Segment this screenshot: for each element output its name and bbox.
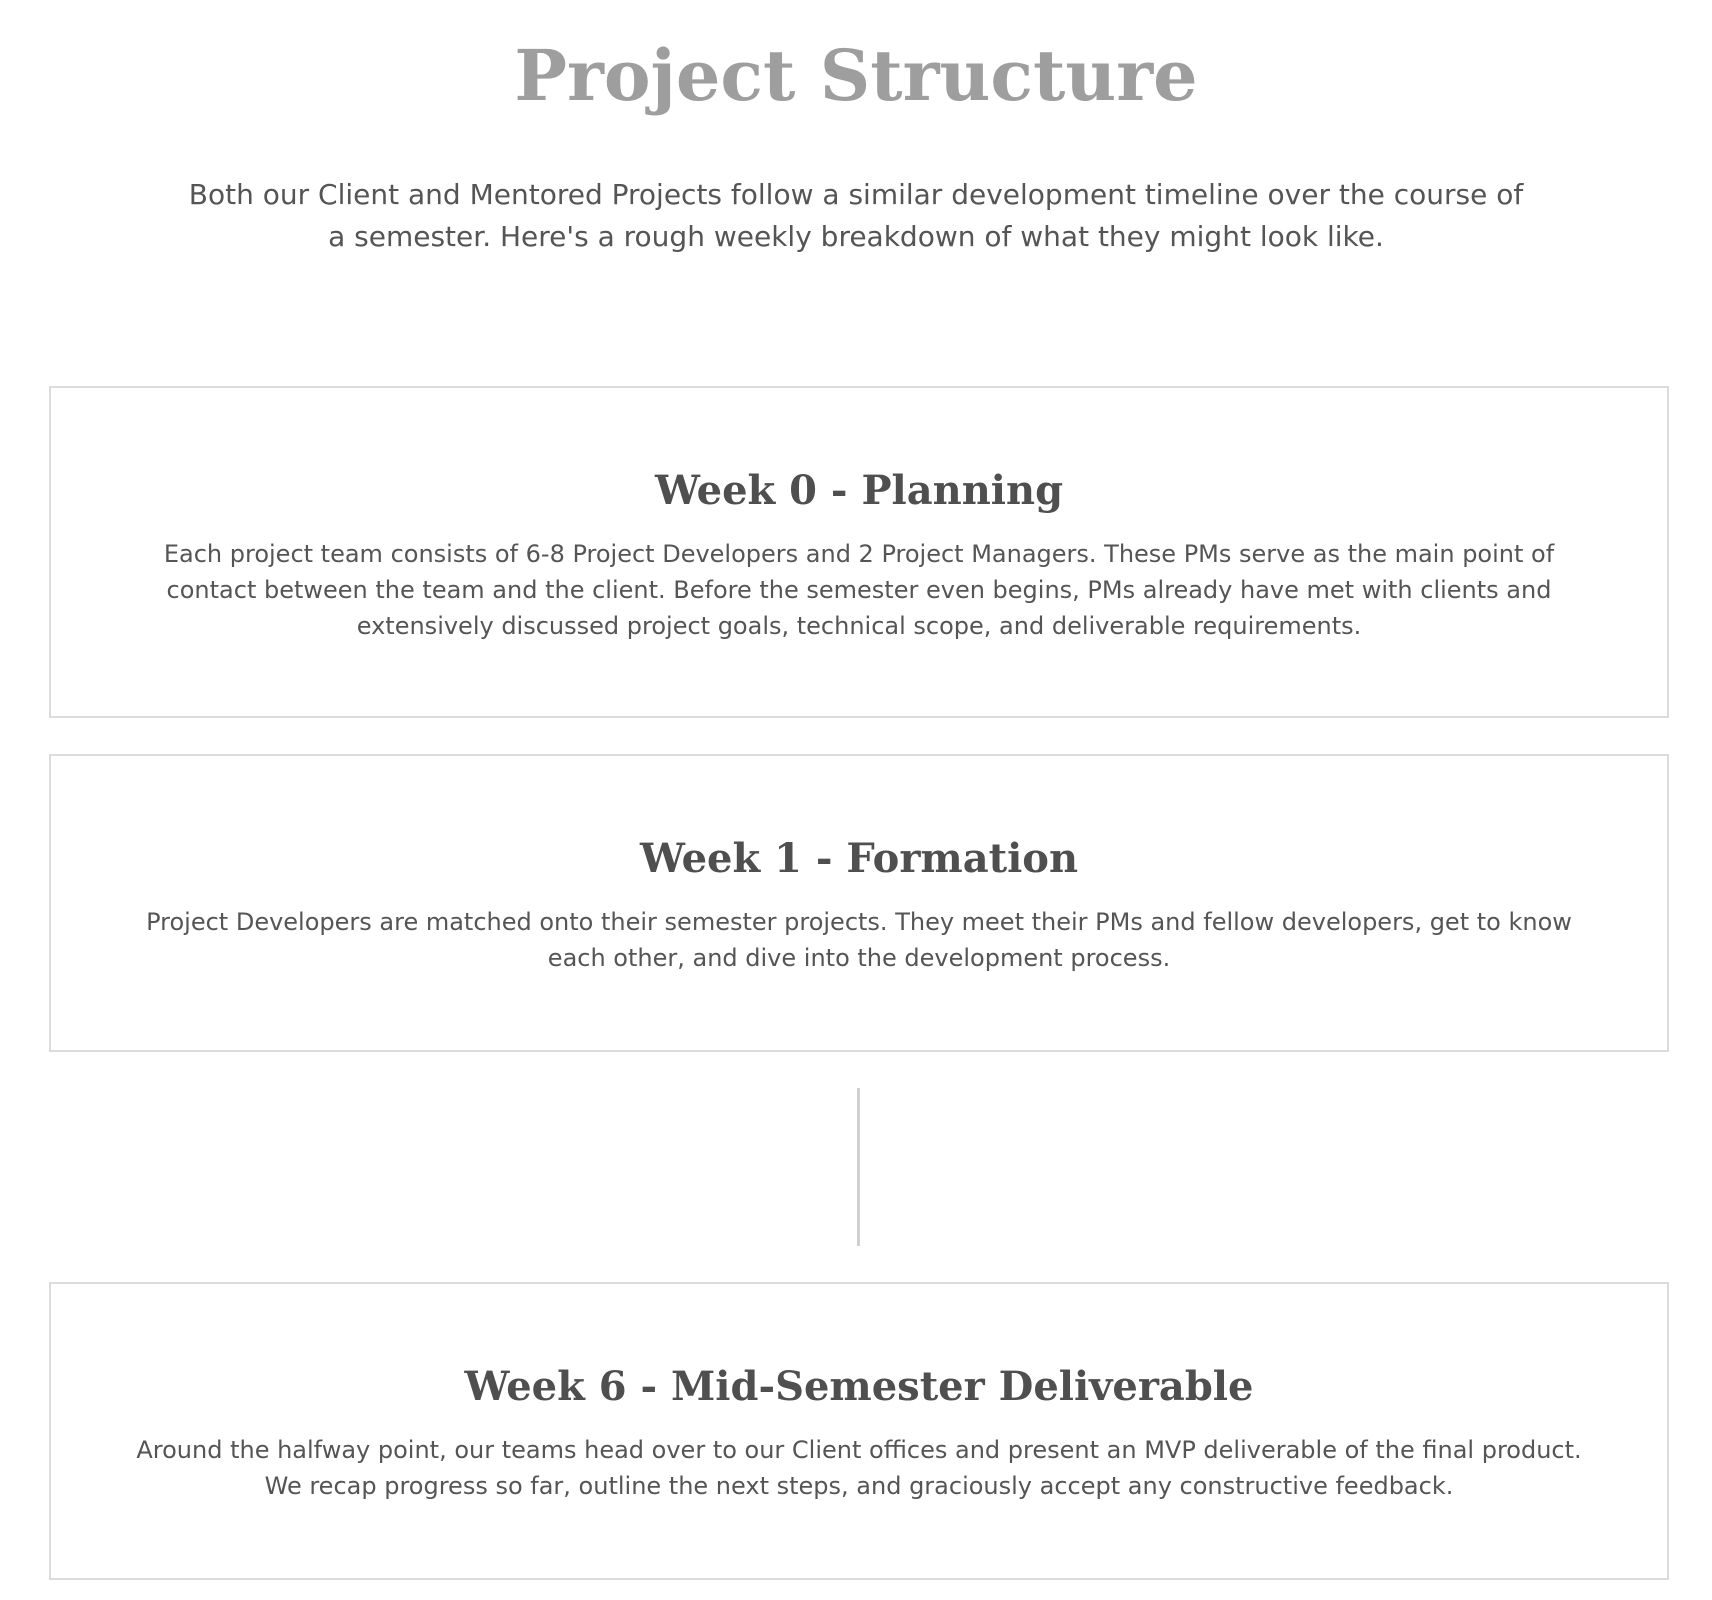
timeline-card-description: Around the halfway point, our teams head… [136,1436,1582,1500]
timeline-card-week-6: Week 6 - Mid-Semester Deliverable Around… [49,1282,1669,1580]
timeline-card-title: Week 6 - Mid-Semester Deliverable [464,1363,1254,1410]
timeline-card-week-0: Week 0 - Planning Each project team cons… [49,386,1669,718]
timeline-card-title: Week 1 - Formation [639,835,1079,882]
timeline-card-description: Each project team consists of 6-8 Projec… [163,540,1555,640]
timeline-connector-line [857,1088,860,1246]
intro-paragraph: Both our Client and Mentored Projects fo… [188,178,1524,253]
timeline-card-week-1: Week 1 - Formation Project Developers ar… [49,754,1669,1052]
page-title: Project Structure [514,34,1198,117]
timeline-card-description: Project Developers are matched onto thei… [146,908,1572,972]
timeline-card-title: Week 0 - Planning [654,467,1064,514]
